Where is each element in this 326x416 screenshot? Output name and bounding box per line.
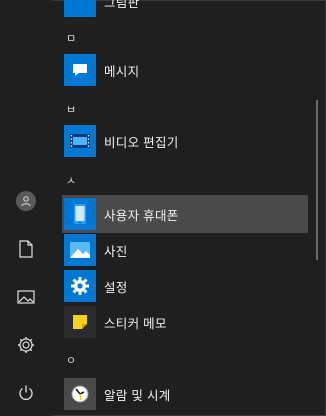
scrollbar[interactable]: [316, 100, 318, 260]
app-label: 설정: [104, 280, 128, 295]
app-label: 스티커 메모: [104, 316, 167, 331]
list-item-settings[interactable]: 설정: [62, 267, 308, 305]
list-item-alarms-clock[interactable]: 알람 및 시계: [62, 375, 308, 413]
list-item-photos[interactable]: 사진: [62, 231, 308, 269]
app-label: 그림판: [104, 0, 140, 10]
photos-icon: [64, 234, 96, 266]
user-account-button[interactable]: [0, 181, 52, 221]
picture-icon: [17, 290, 35, 304]
app-label: 알람 및 시계: [104, 388, 171, 403]
film-icon: [64, 125, 96, 157]
settings-rail-button[interactable]: [0, 325, 52, 365]
group-header-o[interactable]: ㅇ: [66, 352, 76, 368]
app-label: 비디오 편집기: [104, 135, 179, 150]
list-item-paint[interactable]: 그림판: [62, 0, 308, 20]
app-label: 사진: [104, 244, 128, 259]
list-item-video-editor[interactable]: 비디오 편집기: [62, 122, 308, 160]
group-header-b[interactable]: ㅂ: [66, 101, 76, 117]
list-item-your-phone[interactable]: 사용자 휴대폰: [62, 195, 308, 233]
chat-bubble-icon: [64, 54, 96, 86]
documents-button[interactable]: [0, 229, 52, 269]
gear-icon: [64, 270, 96, 302]
clock-icon: [64, 378, 96, 410]
sticky-note-icon: [64, 306, 96, 338]
pictures-button[interactable]: [0, 277, 52, 317]
document-icon: [19, 240, 33, 258]
app-label: 메시지: [104, 64, 140, 79]
app-list: 그림판 ㅁ 메시지 ㅂ 비디오 편집기 ㅅ 사용자 휴대폰 사진 설정 스티커 …: [52, 0, 326, 416]
gear-icon: [18, 337, 34, 353]
group-header-s[interactable]: ㅅ: [66, 172, 76, 188]
paint-icon: [64, 0, 96, 17]
person-icon: [16, 191, 36, 211]
start-menu: { "colors": {"bg": "#1f1f1f", "tile_blue…: [0, 0, 326, 416]
list-item-messages[interactable]: 메시지: [62, 51, 308, 89]
group-header-m[interactable]: ㅁ: [66, 30, 76, 46]
app-label: 사용자 휴대폰: [104, 208, 179, 223]
power-icon: [19, 385, 33, 400]
start-rail: [0, 0, 52, 416]
phone-icon: [64, 198, 96, 230]
list-item-sticky-notes[interactable]: 스티커 메모: [62, 303, 308, 341]
power-button[interactable]: [0, 373, 52, 413]
